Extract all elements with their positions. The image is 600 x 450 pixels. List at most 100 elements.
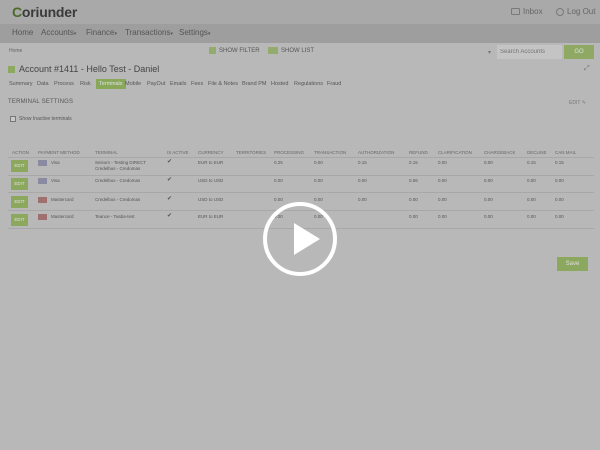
column-header: DECLINE <box>527 150 547 155</box>
edit-terminal-button[interactable]: EDIT <box>11 178 28 190</box>
expand-icon[interactable]: ⤢ <box>584 65 590 73</box>
divider <box>8 175 594 176</box>
chevron-down-icon: ▾ <box>73 31 77 37</box>
decline-fee: 0.15 <box>527 160 536 165</box>
chargeback-fee: 0.00 <box>484 160 493 165</box>
currency: USD to USD <box>198 197 224 202</box>
show-filter-button[interactable]: SHOW FILTER <box>209 47 260 54</box>
refund-fee: 0.06 <box>409 178 418 183</box>
inbox-link[interactable]: Inbox <box>511 7 543 16</box>
terminal-name: Teance - Teaba-test <box>95 214 135 219</box>
tab-summary[interactable]: Summary <box>8 79 34 89</box>
mastercard-icon <box>38 197 47 203</box>
main-nav: Home Accounts▾ Finance▾ Transactions▾ Se… <box>0 24 600 43</box>
tab-risk[interactable]: Risk <box>79 79 92 89</box>
power-icon <box>556 7 564 16</box>
coriunder-logo[interactable]: Coriunder <box>12 4 77 20</box>
visa-card-icon <box>38 178 47 184</box>
tab-fraud[interactable]: Fraud <box>326 79 342 89</box>
save-button[interactable]: Save <box>557 257 588 271</box>
filter-icon <box>209 47 216 54</box>
processing-fee: 0.00 <box>274 178 283 183</box>
clarification-fee: 0.00 <box>438 160 447 165</box>
search-input[interactable] <box>497 45 562 59</box>
processing-fee: 0.25 <box>274 160 283 165</box>
breadcrumb-home[interactable]: Home <box>9 48 22 54</box>
chargeback-fee: 0.00 <box>484 197 493 202</box>
tab-payout[interactable]: PayOut <box>146 79 166 89</box>
clarification-fee: 0.00 <box>438 197 447 202</box>
tab-emails[interactable]: Emails <box>169 79 188 89</box>
tab-mobile[interactable]: Mobile <box>124 79 142 89</box>
mastercard-icon <box>38 214 47 220</box>
show-inactive-checkbox-row[interactable]: Show Inactive terminals <box>10 116 72 122</box>
page-title: Account #1411 - Hello Test - Daniel <box>8 64 159 74</box>
currency: USD to USD <box>198 178 224 183</box>
edit-terminal-button[interactable]: EDIT <box>11 160 28 172</box>
column-header: PAYMENT METHOD <box>38 150 80 155</box>
clarification-fee: 0.00 <box>438 214 447 219</box>
can-mail-fee: 0.00 <box>555 214 564 219</box>
list-icon <box>268 47 278 54</box>
tab-terminals[interactable]: Terminals <box>96 79 126 89</box>
column-header: TERRITORIES <box>236 150 267 155</box>
column-header: ACTION <box>12 150 30 155</box>
column-header: REFUND <box>409 150 428 155</box>
logout-link[interactable]: Log Out <box>556 7 595 16</box>
tab-data[interactable]: Data <box>36 79 50 89</box>
decline-fee: 0.00 <box>527 214 536 219</box>
edit-terminal-button[interactable]: EDIT <box>11 214 28 226</box>
nav-transactions[interactable]: Transactions▾ <box>125 28 173 37</box>
column-header: IS ACTIVE <box>167 150 189 155</box>
authorization-fee: 0.15 <box>358 160 367 165</box>
can-mail-fee: 0.00 <box>555 197 564 202</box>
column-header: TERMINAL <box>95 150 118 155</box>
edit-link[interactable]: EDIT ✎ <box>569 100 586 106</box>
refund-fee: 0.00 <box>409 197 418 202</box>
nav-finance[interactable]: Finance▾ <box>86 28 117 37</box>
decline-fee: 0.00 <box>527 197 536 202</box>
column-header: PROCESSING <box>274 150 305 155</box>
go-button[interactable]: GO <box>564 45 594 59</box>
payment-method: Mastercard <box>51 197 74 202</box>
transaction-fee: 0.00 <box>314 160 323 165</box>
divider <box>8 157 594 158</box>
authorization-fee: 0.00 <box>358 178 367 183</box>
chargeback-fee: 0.00 <box>484 178 493 183</box>
transaction-fee: 0.00 <box>314 197 323 202</box>
payment-method: Visa <box>51 178 60 183</box>
nav-home[interactable]: Home <box>12 28 33 37</box>
nav-settings[interactable]: Settings▾ <box>179 28 210 37</box>
authorization-fee: 0.00 <box>358 197 367 202</box>
active-check-icon: ✔ <box>167 159 173 165</box>
column-header: CHARGEBACK <box>484 150 516 155</box>
chevron-down-icon: ▾ <box>207 31 211 37</box>
section-title: TERMINAL SETTINGS <box>8 99 74 105</box>
top-bar: Coriunder Inbox Log Out <box>0 0 600 24</box>
nav-accounts[interactable]: Accounts▾ <box>41 28 76 37</box>
currency: EUR to EUR <box>198 160 224 165</box>
show-list-button[interactable]: SHOW LIST <box>268 47 314 54</box>
terminal-name: Credelbus - Credomas <box>95 197 141 202</box>
payment-method: Visa <box>51 160 60 165</box>
column-header: CURRENCY <box>198 150 224 155</box>
tab-brand-pm[interactable]: Brand PM <box>241 79 267 89</box>
tab-process[interactable]: Process <box>53 79 75 89</box>
tab-file-notes[interactable]: File & Notes <box>207 79 239 89</box>
currency: EUR to EUR <box>198 214 224 219</box>
tab-fees[interactable]: Fees <box>190 79 204 89</box>
decline-fee: 0.00 <box>527 178 536 183</box>
tab-hosted[interactable]: Hosted <box>270 79 289 89</box>
show-inactive-checkbox[interactable] <box>10 116 16 122</box>
edit-terminal-button[interactable]: EDIT <box>11 196 28 208</box>
active-check-icon: ✔ <box>167 196 173 202</box>
terminal-name: Credelbus - Credomas <box>95 178 141 183</box>
clarification-fee: 0.00 <box>438 178 447 183</box>
play-icon[interactable] <box>263 202 337 276</box>
refund-fee: 0.15 <box>409 160 418 165</box>
search-type-dropdown[interactable]: ▾ <box>488 49 491 56</box>
envelope-icon <box>511 8 520 15</box>
tab-regulations[interactable]: Regulations <box>293 79 324 89</box>
column-header: CLARIFICATION <box>438 150 472 155</box>
active-check-icon: ✔ <box>167 213 173 219</box>
